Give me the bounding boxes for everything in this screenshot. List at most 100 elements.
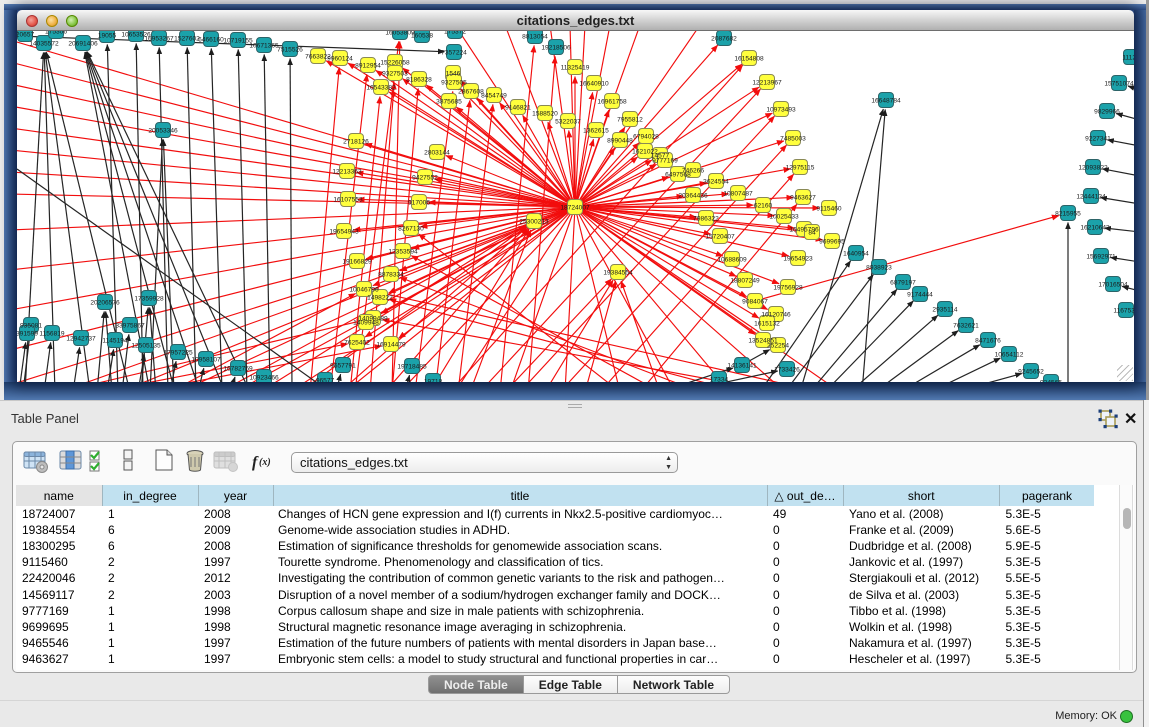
svg-text:7485003: 7485003: [780, 136, 806, 143]
svg-text:9327503: 9327503: [382, 71, 408, 78]
svg-text:8215955: 8215955: [1055, 211, 1081, 218]
svg-text:10671365: 10671365: [249, 43, 279, 50]
svg-text:16543382: 16543382: [366, 85, 396, 92]
svg-text:25300213: 25300213: [519, 219, 549, 226]
svg-text:12975115: 12975115: [786, 165, 815, 172]
svg-text:15692971: 15692971: [1086, 254, 1116, 261]
svg-text:2087682: 2087682: [711, 36, 737, 43]
svg-text:1145194: 1145194: [102, 338, 128, 345]
svg-text:19055: 19055: [98, 33, 117, 40]
svg-text:20206576: 20206576: [90, 300, 120, 307]
svg-text:16782759: 16782759: [223, 366, 253, 373]
svg-text:1640954: 1640954: [843, 251, 869, 258]
svg-text:160538: 160538: [411, 33, 433, 40]
svg-text:16107553: 16107553: [333, 197, 363, 204]
svg-text:15720407: 15720407: [705, 234, 735, 241]
svg-text:16120746: 16120746: [761, 312, 791, 319]
svg-text:12505135: 12505135: [131, 343, 161, 350]
svg-text:f: f: [252, 454, 259, 471]
svg-text:11325419: 11325419: [561, 65, 590, 72]
svg-text:7986322: 7986322: [693, 216, 719, 223]
svg-text:(x): (x): [259, 457, 271, 468]
svg-text:8267130: 8267130: [398, 226, 424, 233]
svg-text:2935114: 2935114: [932, 307, 958, 314]
svg-text:9463627: 9463627: [790, 195, 816, 202]
svg-text:16914479: 16914479: [376, 342, 406, 349]
svg-text:175372: 175372: [444, 31, 466, 36]
svg-text:391599: 391599: [17, 331, 38, 338]
svg-text:12093822: 12093822: [1078, 165, 1108, 172]
svg-text:17334: 17334: [710, 377, 729, 383]
svg-text:14136141: 14136141: [727, 363, 757, 370]
svg-text:7632621: 7632621: [953, 323, 979, 330]
svg-text:12942737: 12942737: [66, 336, 96, 343]
svg-text:12353594: 12353594: [388, 249, 418, 256]
svg-text:9115460: 9115460: [816, 206, 842, 213]
svg-text:252254: 252254: [767, 343, 789, 350]
svg-text:20691406: 20691406: [68, 41, 98, 48]
svg-text:8990448: 8990448: [607, 138, 633, 145]
svg-text:19166829: 19166829: [342, 259, 372, 266]
svg-text:9146821: 9146821: [505, 105, 531, 112]
svg-text:19218506: 19218506: [541, 45, 571, 52]
svg-text:16953267: 16953267: [144, 36, 174, 43]
svg-text:7625402: 7625402: [344, 340, 370, 347]
svg-text:20053346: 20053346: [148, 128, 178, 135]
svg-text:5322037: 5322037: [555, 119, 581, 126]
svg-text:10654112: 10654112: [995, 352, 1024, 359]
svg-text:10688609: 10688609: [717, 257, 747, 264]
svg-text:917006: 917006: [408, 200, 430, 207]
svg-text:10973493: 10973493: [766, 107, 796, 114]
svg-text:16961758: 16961758: [597, 99, 627, 106]
svg-text:10025433: 10025433: [769, 214, 799, 221]
svg-text:1588520: 1588520: [532, 111, 558, 118]
svg-text:175306: 175306: [45, 31, 67, 36]
svg-text:1362615: 1362615: [583, 128, 609, 135]
svg-text:9657791: 9657791: [330, 363, 356, 370]
svg-text:1498222: 1498222: [367, 295, 393, 302]
svg-text:8471676: 8471676: [975, 338, 1001, 345]
svg-text:8454749: 8454749: [481, 93, 507, 100]
svg-text:18724007: 18724007: [560, 205, 590, 212]
svg-text:1546: 1546: [446, 71, 461, 78]
svg-text:11123: 11123: [1122, 55, 1134, 62]
svg-text:33975867: 33975867: [115, 323, 145, 330]
svg-text:16154808: 16154808: [734, 56, 764, 63]
svg-text:1156819: 1156819: [39, 331, 65, 338]
svg-text:9084067: 9084067: [742, 299, 768, 306]
svg-text:20657: 20657: [17, 32, 34, 39]
svg-text:14035572: 14035572: [29, 41, 59, 48]
svg-text:3624554: 3624554: [703, 179, 729, 186]
svg-text:1733426: 1733426: [774, 367, 800, 374]
svg-text:10046796: 10046796: [349, 287, 379, 294]
svg-text:19384554: 19384554: [603, 270, 633, 277]
svg-text:17016504: 17016504: [1098, 282, 1128, 289]
svg-text:1527602: 1527602: [174, 36, 200, 43]
svg-text:10923466: 10923466: [249, 375, 279, 382]
svg-text:8912954: 8912954: [355, 63, 381, 70]
svg-text:935081: 935081: [20, 323, 42, 330]
svg-text:19654923: 19654923: [783, 256, 813, 263]
svg-text:10807487: 10807487: [723, 191, 753, 198]
svg-text:1167534: 1167534: [1113, 308, 1134, 315]
svg-text:19756928: 19756928: [773, 285, 803, 292]
svg-text:2803144: 2803144: [424, 150, 450, 157]
svg-text:19654943: 19654943: [329, 229, 359, 236]
svg-text:9327505: 9327505: [441, 80, 467, 87]
svg-text:62160: 62160: [754, 203, 773, 210]
svg-text:20364436: 20364436: [678, 193, 708, 200]
svg-text:19718: 19718: [424, 379, 443, 383]
svg-text:7357224: 7357224: [441, 50, 467, 57]
svg-text:8938923: 8938923: [866, 265, 892, 272]
svg-text:15226058: 15226058: [380, 60, 410, 67]
svg-text:1615132: 1615132: [754, 321, 780, 328]
svg-text:12444134: 12444134: [1076, 194, 1106, 201]
svg-text:7515526: 7515526: [277, 47, 303, 54]
svg-text:12213967: 12213967: [752, 80, 782, 87]
svg-text:17957225: 17957225: [163, 350, 193, 357]
svg-text:16210643: 16210643: [1080, 225, 1110, 232]
svg-text:6794028: 6794028: [633, 134, 659, 141]
svg-text:8878334: 8878334: [378, 272, 404, 279]
svg-text:17359928: 17359928: [134, 296, 164, 303]
svg-text:84: 84: [808, 230, 816, 237]
